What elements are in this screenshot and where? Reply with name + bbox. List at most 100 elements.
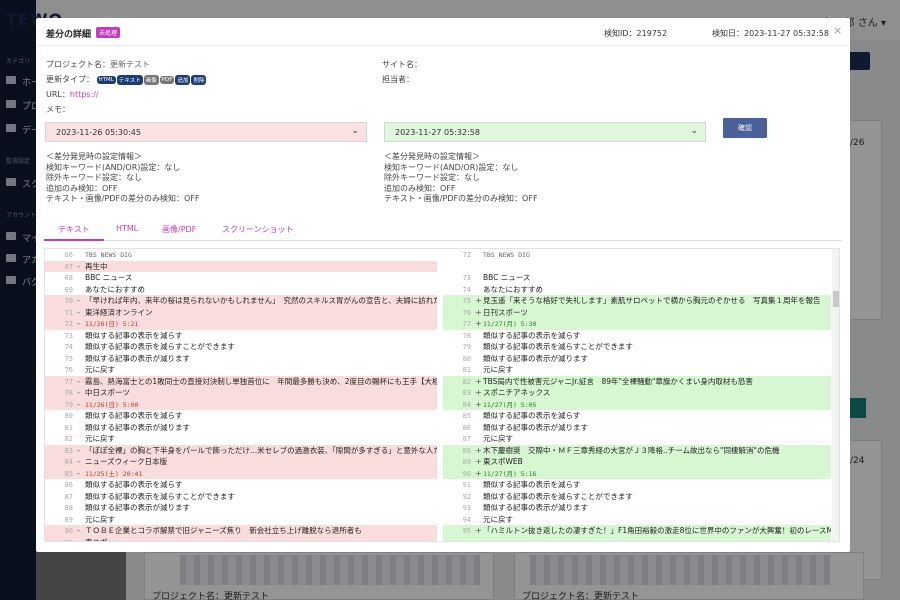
update-type-tag: HTML xyxy=(96,75,116,84)
settings-diff-only: テキスト・画像/PDFの差分のみ検知：OFF xyxy=(46,194,200,203)
diff-line: 90 +11/27(月) 5:16 xyxy=(443,467,831,479)
line-number: 88 xyxy=(64,504,73,512)
line-text: 東洋経済オンライン xyxy=(85,307,153,317)
line-number: 91 xyxy=(462,481,471,489)
scrollbar-thumb[interactable] xyxy=(833,291,839,307)
line-text: TBS NEWS DIG xyxy=(85,251,132,259)
diff-line: 86 類似する記事の表示が減ります xyxy=(443,422,831,434)
diff-line: 73 BBC ニュース xyxy=(443,272,831,284)
settings-left: ＜差分発見時の設定情報＞ 検知キーワード(AND/OR)設定：なし 除外キーワー… xyxy=(46,152,200,205)
line-text: 11/26(日) 5:00 xyxy=(85,400,139,409)
line-text: 元に戻す xyxy=(85,365,115,374)
line-number: 72 xyxy=(64,320,73,328)
line-number: 70 xyxy=(64,297,73,305)
tab-image-pdf[interactable]: 画像/PDF xyxy=(162,224,196,235)
line-text: 類似する記事の表示を減らす xyxy=(483,480,581,489)
left-version-select[interactable]: 2023-11-26 05:30:45 ⌄ xyxy=(45,122,367,142)
site-name-label: サイト名： xyxy=(382,60,422,69)
diff-line: 79-11/26(日) 5:00 xyxy=(45,398,437,410)
url-link[interactable]: https:// xyxy=(70,90,99,99)
line-text: 11/26(日) 5:21 xyxy=(85,320,139,328)
right-version-select[interactable]: 2023-11-27 05:32:58 ⌄ xyxy=(384,122,706,142)
diff-line: 81 類似する記事の表示が減ります xyxy=(45,422,437,434)
line-text: 類似する記事の表示が減ります xyxy=(85,503,190,512)
diff-line: 85-11/25(土) 20:41 xyxy=(45,467,437,479)
line-text: 木下慶樹奨 交際中・ＭＦ三章秀経の大宮がＪ３降格..チーム故出なら"同棲解消"の… xyxy=(483,445,780,455)
diff-marker: - xyxy=(77,457,80,466)
line-number: 81 xyxy=(64,423,73,432)
diff-marker: + xyxy=(475,388,482,397)
line-text: スポニチアネックス xyxy=(483,388,551,397)
line-number: 84 xyxy=(64,458,73,466)
line-text: 類似する記事の表示が減ります xyxy=(483,503,588,512)
settings-heading: ＜差分発見時の設定情報＞ xyxy=(46,152,142,161)
modal-header: 差分の詳細 未処理 検知ID：219752 検知日：2023-11-27 05:… xyxy=(36,18,850,46)
line-text: 日刊スポーツ xyxy=(483,307,528,317)
tab-html[interactable]: HTML xyxy=(116,224,138,233)
diff-line: 75 類似する記事の表示が減ります xyxy=(45,353,437,365)
close-icon[interactable]: × xyxy=(833,24,842,37)
diff-line: 95 +「ハミルトン抜き返したの凄すぎた！」F1角田裕毅の激走8位に世界中のファン… xyxy=(443,525,831,537)
owner-label: 担当者： xyxy=(382,75,414,84)
line-number: 89 xyxy=(64,515,73,524)
diff-line: 71- 東洋経済オンライン xyxy=(45,306,437,318)
diff-marker: - xyxy=(77,526,80,535)
url-row: URL：https:// xyxy=(46,89,99,100)
line-text: 類似する記事の表示が減ります xyxy=(483,422,588,432)
diff-line: 70- 「早ければ年内、来年の桜は見られないかもしれません」 究然のスキルス胃がん… xyxy=(45,295,437,307)
settings-add-only: 追加のみ検知：OFF xyxy=(384,183,456,193)
line-number: 85 xyxy=(462,412,471,420)
line-text: 11/27(月) 5:30 xyxy=(483,320,537,328)
line-text: 類似する記事の表示を減らす xyxy=(483,330,581,340)
line-number: 87 xyxy=(64,492,73,501)
line-text: 類似する記事の表示を減らす xyxy=(483,411,581,420)
diff-line xyxy=(443,536,831,541)
line-text: 類似する記事の表示を減らす xyxy=(85,330,183,340)
diff-line: 67- 再生中 xyxy=(45,260,437,272)
diff-line: 82 元に戻す xyxy=(45,433,437,445)
line-text: TBS局内で性被害元ジャニJr.証言 89年"全裸騒動"章旗かくまい身内取材も恐… xyxy=(483,376,753,386)
line-text: 見玉遥「来そうな格好で失礼します」素肌サロペットで横から胸元のぞかせる 写真集１… xyxy=(483,296,821,305)
diff-line: 89 元に戻す xyxy=(45,514,437,526)
update-type-row: 更新タイプ： HTML テキスト 画像 PDF 追加 削除 xyxy=(46,74,207,85)
diff-marker: + xyxy=(475,526,482,535)
line-number: 75 xyxy=(64,354,73,363)
line-text: 「ハミルトン抜き返したの凄すぎた！」F1角田裕毅の激走8位に世界中のファンが大興… xyxy=(483,526,831,535)
diff-line: 73 類似する記事の表示を減らす xyxy=(45,330,437,342)
line-number: 83 xyxy=(64,446,73,455)
diff-marker: - xyxy=(77,261,80,271)
line-number: 95 xyxy=(462,527,471,535)
line-number: 73 xyxy=(462,274,471,282)
diff-line: 78- 中日スポーツ xyxy=(45,387,437,399)
diff-marker: + xyxy=(475,457,482,466)
line-number: 74 xyxy=(462,285,471,294)
diff-line: 87 元に戻す xyxy=(443,433,831,445)
diff-line: 83 +スポニチアネックス xyxy=(443,387,831,399)
settings-add-only: 追加のみ検知：OFF xyxy=(46,183,118,193)
diff-scrollbar[interactable] xyxy=(832,249,839,541)
tab-screenshot[interactable]: スクリーンショット xyxy=(222,224,294,235)
line-text: 類似する記事の表示を減らすことができます xyxy=(85,491,235,501)
line-number: 89 xyxy=(462,458,471,466)
diff-line: 88 類似する記事の表示が減ります xyxy=(45,502,437,514)
diff-viewer[interactable]: 66 TBS NEWS DIG 67- 再生中 68 BBC ニュース 69 あなたにおすすめ… xyxy=(44,248,840,542)
line-text: BBC ニュース xyxy=(483,273,531,282)
diff-line: 86 類似する記事の表示を減らす xyxy=(45,479,437,491)
diff-line: 66 TBS NEWS DIG xyxy=(45,249,437,261)
line-text: 類似する記事の表示を減らす xyxy=(85,411,183,420)
diff-marker: - xyxy=(77,468,80,478)
line-number: 79 xyxy=(64,400,73,409)
line-text: TBS NEWS DIG xyxy=(483,251,530,259)
diff-line: 90- ＴＯＢＥ企業とコラボ解禁で旧ジャニーズ焦り 新会社立ち上げ離脱なら退所者も xyxy=(45,525,437,537)
confirm-button[interactable]: 確認 xyxy=(723,118,767,138)
line-text: ＴＯＢＥ企業とコラボ解禁で旧ジャニーズ焦り 新会社立ち上げ離脱なら退所者も xyxy=(85,526,362,535)
tab-text[interactable]: テキスト xyxy=(58,224,90,235)
status-badge: 未処理 xyxy=(96,27,121,38)
line-text: 類似する記事の表示が減ります xyxy=(85,422,190,432)
diff-marker: - xyxy=(77,376,80,386)
update-type-tag: テキスト xyxy=(116,74,143,85)
line-text: 11/25(土) 20:41 xyxy=(85,469,143,478)
diff-line: 93 類似する記事の表示が減ります xyxy=(443,502,831,514)
diff-line: 69 あなたにおすすめ xyxy=(45,284,437,296)
project-label: プロジェクト名： xyxy=(46,60,110,69)
